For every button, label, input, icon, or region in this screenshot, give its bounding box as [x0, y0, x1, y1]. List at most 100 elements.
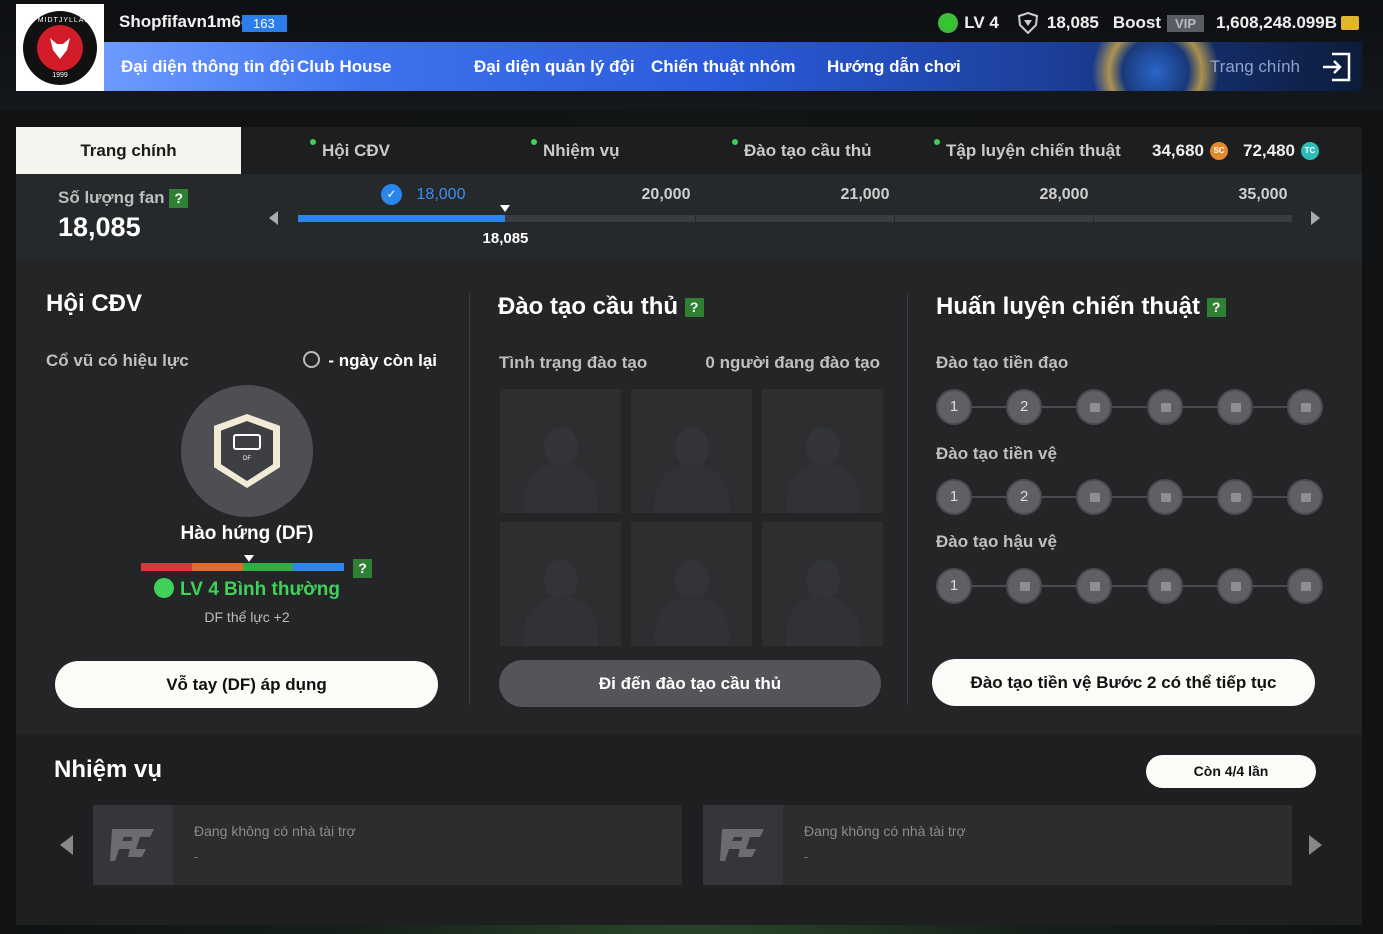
sponsor-name: Đang không có nhà tài trợ — [804, 823, 966, 839]
lock-icon[interactable] — [1076, 568, 1113, 604]
club-logo[interactable]: FC MIDTJYLLAND 1999 — [16, 4, 104, 91]
chevron-right-icon[interactable] — [1311, 211, 1320, 225]
club-crest-text: FC MIDTJYLLAND — [23, 16, 97, 24]
lock-icon[interactable] — [1287, 568, 1323, 604]
missions-remaining-button[interactable]: Còn 4/4 lần — [1146, 755, 1316, 788]
boost-label[interactable]: Boost — [1113, 13, 1161, 33]
nav-team-management[interactable]: Đại diện quản lý đội — [457, 42, 652, 91]
continue-tactics-button[interactable]: Đào tạo tiền vệ Bước 2 có thể tiếp tục — [932, 659, 1315, 706]
apply-cheer-button[interactable]: Vỗ tay (DF) áp dụng — [55, 661, 438, 708]
sc-amount: 34,680 — [1152, 141, 1204, 160]
training-status-label: Tình trạng đào tạo — [499, 353, 648, 372]
lock-icon[interactable] — [1076, 389, 1113, 425]
lock-icon[interactable] — [1216, 568, 1253, 604]
lock-icon[interactable] — [1006, 568, 1043, 604]
training-step-node[interactable]: 2 — [1006, 479, 1043, 515]
mood-indicator-icon — [243, 555, 254, 562]
lock-icon[interactable] — [1287, 389, 1323, 425]
fan-progress-fill — [298, 215, 506, 222]
tab-player-training[interactable]: Đào tạo cầu thủ — [732, 127, 872, 174]
lock-icon[interactable] — [1146, 479, 1183, 515]
club-crest-year: 1999 — [52, 71, 68, 79]
tab-bar: Trang chính Hội CĐV Nhiệm vụ Đào tạo cầu… — [16, 127, 1362, 174]
nav-home-link[interactable]: Trang chính — [1210, 42, 1300, 91]
lock-icon[interactable] — [1146, 568, 1183, 604]
training-step-node[interactable]: 2 — [1006, 389, 1043, 425]
mood-bar-segment — [293, 563, 344, 571]
tab-missions[interactable]: Nhiệm vụ — [531, 127, 620, 174]
fan-milestone-label: 20,000 — [641, 186, 691, 203]
training-slot[interactable] — [500, 389, 621, 513]
cheer-effect-label: Cổ vũ có hiệu lực — [46, 351, 189, 370]
fan-milestone-label: 18,000 — [416, 186, 466, 203]
fc-logo-icon — [703, 805, 783, 885]
nav-team-tactics[interactable]: Chiến thuật nhóm — [634, 42, 812, 91]
sponsor-name: Đang không có nhà tài trợ — [194, 823, 356, 839]
mood-smile-icon: ☺ — [938, 13, 959, 33]
wolf-emblem-icon — [37, 24, 83, 71]
mood-bar-segment — [242, 563, 294, 571]
chevron-left-icon[interactable] — [60, 835, 73, 855]
supporters-title: Hội CĐV — [46, 290, 142, 317]
sponsor-card[interactable]: Đang không có nhà tài trợ - — [93, 805, 682, 885]
nav-club-house[interactable]: Club House — [280, 42, 408, 91]
fan-track-segment — [895, 215, 1093, 222]
help-icon[interactable]: ? — [1206, 298, 1226, 318]
missions-title: Nhiệm vụ — [54, 756, 163, 783]
help-icon[interactable]: ? — [353, 559, 372, 578]
fan-track-segment — [1094, 215, 1292, 222]
coin-balance: 1,608,248.099B — [1216, 13, 1337, 32]
lock-icon[interactable] — [1287, 479, 1323, 515]
club-level: LV 4 — [964, 13, 999, 32]
tab-tactics-training[interactable]: Tập luyện chiến thuật — [934, 127, 1121, 174]
training-slot[interactable] — [500, 522, 621, 646]
new-dot-icon — [531, 139, 537, 145]
chevron-right-icon[interactable] — [1309, 835, 1322, 855]
training-slot[interactable] — [762, 389, 883, 513]
lock-icon[interactable] — [1076, 479, 1113, 515]
training-step-node[interactable]: 1 — [936, 568, 972, 604]
fan-count: 18,085 — [1046, 13, 1099, 32]
training-title: Đào tạo cầu thủ ? — [498, 293, 704, 321]
cheer-badge[interactable]: DF — [181, 385, 313, 517]
tab-player-training-label: Đào tạo cầu thủ — [744, 141, 872, 160]
tactics-title: Huấn luyện chiến thuật ? — [936, 293, 1226, 321]
nav-how-to-play[interactable]: Hướng dẫn chơi — [810, 42, 978, 91]
training-status-value: 0 người đang đào tạo — [705, 353, 880, 372]
top-bar: FC MIDTJYLLAND 1999 Shopfifavn1m6c 163 ☺… — [0, 0, 1383, 110]
cheer-days-left-text: - ngày còn lại — [328, 351, 437, 370]
tab-home[interactable]: Trang chính — [16, 127, 241, 174]
fan-milestone-label: 28,000 — [1039, 186, 1089, 203]
help-icon[interactable]: ? — [684, 298, 704, 318]
sponsor-detail: - — [804, 849, 809, 864]
fan-progress-track — [298, 215, 1292, 222]
training-slot[interactable] — [762, 522, 883, 646]
training-step-node[interactable]: 1 — [936, 389, 972, 425]
mood-level-text: LV 4 Bình thường — [180, 579, 340, 600]
training-slot[interactable] — [631, 522, 752, 646]
fan-milestone-label: 21,000 — [840, 186, 890, 203]
sponsor-card[interactable]: Đang không có nhà tài trợ - — [703, 805, 1292, 885]
tab-supporters[interactable]: Hội CĐV — [310, 127, 390, 174]
missions-panel: Nhiệm vụ Còn 4/4 lần Đang không có nhà t… — [16, 734, 1362, 925]
logout-icon[interactable] — [1320, 51, 1352, 83]
training-step-node[interactable]: 1 — [936, 479, 972, 515]
column-divider — [469, 293, 470, 705]
club-house-panel: Trang chính Hội CĐV Nhiệm vụ Đào tạo cầu… — [16, 127, 1362, 734]
fan-cursor-icon — [500, 205, 511, 212]
lock-icon[interactable] — [1146, 389, 1183, 425]
lock-icon[interactable] — [1216, 479, 1253, 515]
tab-supporters-label: Hội CĐV — [322, 141, 390, 160]
training-slot[interactable] — [631, 389, 752, 513]
tc-coin-icon: TC — [1301, 141, 1319, 160]
lock-icon[interactable] — [1216, 389, 1253, 425]
go-to-training-button[interactable]: Đi đến đào tạo cầu thủ — [499, 660, 881, 707]
checkmark-icon: ✓ — [381, 184, 402, 205]
smile-icon — [154, 578, 175, 598]
help-icon[interactable]: ? — [169, 189, 189, 209]
chevron-left-icon[interactable] — [269, 211, 278, 225]
fan-current-value: 18,085 — [482, 230, 529, 247]
forward-training-path: 12 — [936, 389, 1323, 425]
vip-badge[interactable]: VIP — [1167, 14, 1204, 32]
mood-level: LV 4 Bình thường — [16, 578, 478, 601]
